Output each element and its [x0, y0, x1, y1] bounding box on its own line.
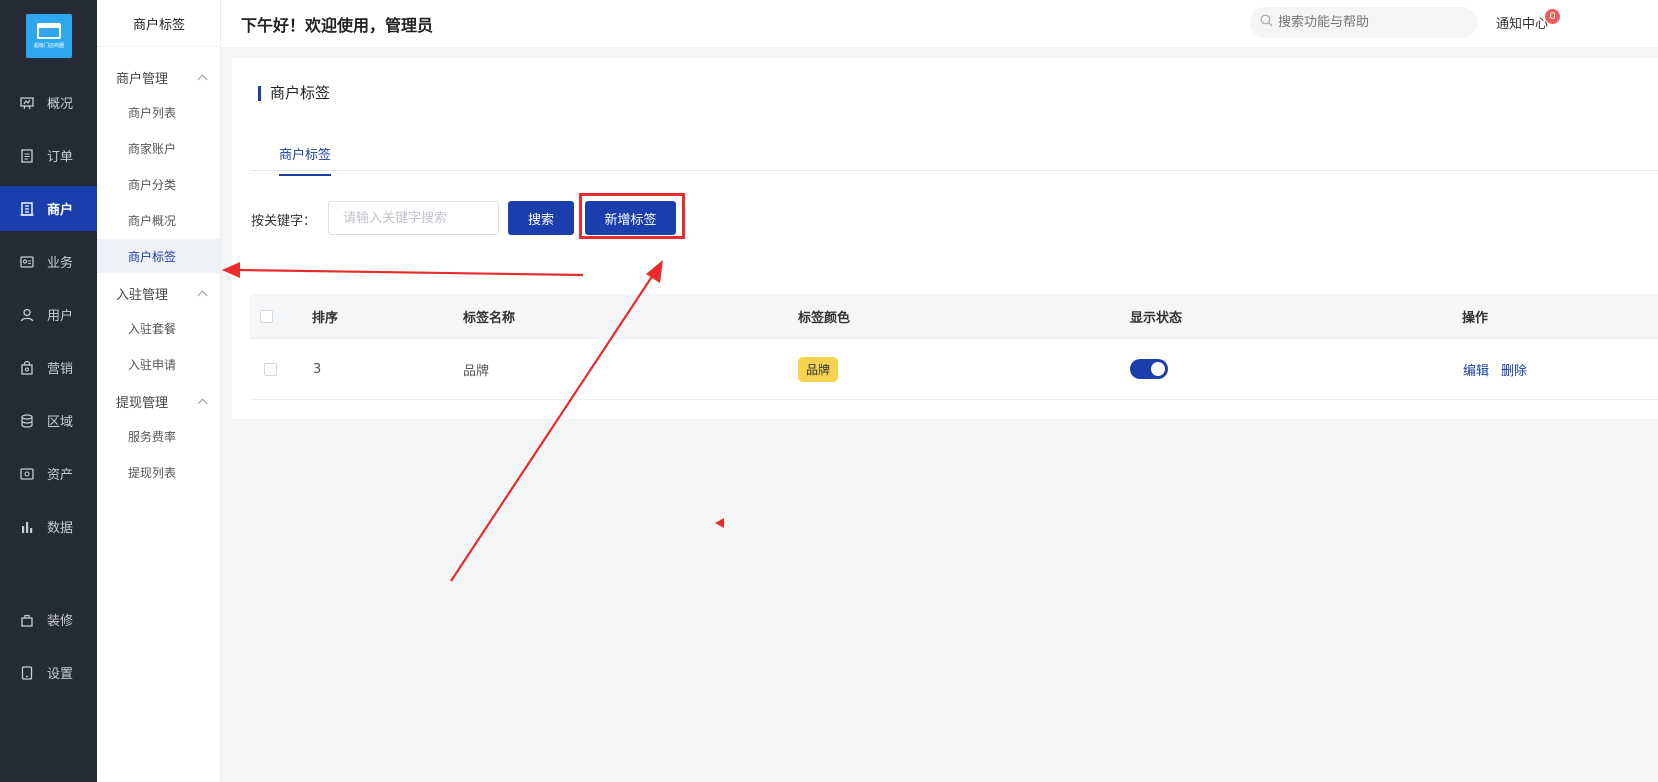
row-select-cell: [264, 339, 277, 399]
annotation-small-marker: [715, 518, 724, 528]
nav-label: 数据: [47, 521, 74, 536]
nav-item-users[interactable]: 用户: [0, 292, 97, 337]
group-label: 入驻管理: [116, 288, 169, 303]
document-list-icon: [20, 148, 34, 163]
nav-label: 业务: [47, 256, 74, 271]
database-icon: [20, 413, 34, 428]
nav-label: 设置: [47, 667, 74, 682]
chevron-up-icon: [197, 290, 208, 300]
sub-nav-title: 商户标签: [97, 0, 221, 47]
nav-item-business[interactable]: 业务: [0, 239, 97, 284]
logo-caption: 超级门店商圈: [33, 43, 64, 49]
notification-center[interactable]: 通知中心: [1496, 13, 1548, 32]
sidebar-item-merchant-list[interactable]: 商户列表: [97, 95, 221, 129]
nav-item-overview[interactable]: 概况: [0, 80, 97, 125]
keyword-label: 按关键字：: [251, 214, 317, 229]
chevron-up-icon: [197, 74, 208, 84]
nav-item-region[interactable]: 区域: [0, 398, 97, 443]
group-withdraw-management[interactable]: 提现管理: [116, 392, 208, 411]
sidebar-item-service-rate[interactable]: 服务费率: [97, 419, 221, 453]
sidebar-item-merchant-tags[interactable]: 商户标签: [97, 239, 221, 273]
group-settlement-management[interactable]: 入驻管理: [116, 284, 208, 303]
row-checkbox[interactable]: [264, 362, 277, 376]
nav-item-orders[interactable]: 订单: [0, 133, 97, 178]
group-label: 商户管理: [116, 72, 169, 87]
search-button[interactable]: 搜索: [508, 201, 574, 235]
sidebar-item-merchant-category[interactable]: 商户分类: [97, 167, 221, 201]
add-tag-button[interactable]: 新增标签: [585, 201, 676, 235]
nav-label: 订单: [47, 150, 74, 165]
paint-bag-icon: [20, 613, 34, 627]
header-order: 排序: [312, 310, 339, 326]
nav-label: 区域: [47, 415, 74, 430]
nav-item-decoration[interactable]: 装修: [0, 597, 97, 642]
sidebar-item-settlement-apply[interactable]: 入驻申请: [97, 347, 221, 381]
edit-link[interactable]: 编辑: [1463, 360, 1489, 379]
sidebar-item-withdraw-list[interactable]: 提现列表: [97, 455, 221, 489]
nav-label: 用户: [47, 309, 74, 324]
main-nav: 超级门店商圈 概况 订单 商户 业务 用户 营销 区域 资产 数据 装修 设置: [0, 0, 97, 782]
content-card: 商户标签 商户标签 按关键字： 搜索 新增标签 排序 标签名称 标签颜色 显示状…: [232, 58, 1658, 419]
tab-merchant-tags[interactable]: 商户标签: [279, 144, 332, 176]
nav-item-merchant[interactable]: 商户: [0, 186, 97, 231]
select-all-cell: [260, 294, 273, 338]
sidebar-item-settlement-package[interactable]: 入驻套餐: [97, 311, 221, 345]
header-operations: 操作: [1462, 310, 1489, 326]
nav-item-marketing[interactable]: 营销: [0, 345, 97, 390]
bar-chart-icon: [20, 520, 34, 534]
store-icon: [37, 23, 61, 39]
select-all-checkbox[interactable]: [260, 309, 273, 323]
business-card-icon: [20, 255, 34, 269]
row-status-cell: [1130, 339, 1168, 399]
header-tag-name: 标签名称: [463, 310, 516, 326]
tablet-icon: [20, 665, 34, 680]
global-search-input[interactable]: [1278, 15, 1468, 30]
nav-label: 装修: [47, 614, 74, 629]
building-icon: [20, 201, 34, 216]
row-tag-name: 品牌: [463, 363, 490, 379]
display-status-toggle[interactable]: [1130, 359, 1168, 379]
tag-color-badge: 品牌: [798, 356, 839, 382]
sidebar-item-merchant-overview[interactable]: 商户概况: [97, 203, 221, 237]
nav-item-settings[interactable]: 设置: [0, 650, 97, 695]
keyword-input[interactable]: [328, 201, 499, 235]
global-search[interactable]: [1250, 7, 1477, 38]
chart-board-icon: [20, 96, 34, 110]
table-header: 排序 标签名称 标签颜色 显示状态 操作: [250, 294, 1658, 339]
nav-label: 商户: [47, 203, 74, 218]
group-merchant-management[interactable]: 商户管理: [116, 68, 208, 87]
app-logo[interactable]: 超级门店商圈: [26, 14, 72, 58]
header-display-status: 显示状态: [1130, 310, 1183, 326]
chevron-up-icon: [197, 398, 208, 408]
page-title: 商户标签: [258, 86, 330, 101]
nav-label: 营销: [47, 362, 74, 377]
bag-icon: [20, 360, 34, 375]
nav-label: 概况: [47, 97, 74, 112]
tab-bar: 商户标签: [250, 130, 1658, 176]
row-operations: 编辑 删除: [1463, 339, 1539, 399]
user-icon: [20, 308, 34, 322]
group-label: 提现管理: [116, 396, 169, 411]
nav-item-assets[interactable]: 资产: [0, 451, 97, 496]
row-tag-color-cell: 品牌: [798, 339, 839, 399]
wallet-icon: [20, 467, 34, 481]
notification-badge: 0: [1545, 9, 1560, 24]
search-icon: [1260, 14, 1273, 31]
greeting: 下午好！欢迎使用，管理员: [241, 16, 434, 35]
header-tag-color: 标签颜色: [798, 310, 851, 326]
top-bar: 下午好！欢迎使用，管理员 通知中心 0: [221, 0, 1658, 47]
toggle-knob: [1151, 362, 1165, 376]
sidebar-item-merchant-account[interactable]: 商家账户: [97, 131, 221, 165]
sub-nav: 商户标签 商户管理 商户列表 商家账户 商户分类 商户概况 商户标签 入驻管理 …: [97, 0, 221, 782]
row-order: 3: [313, 361, 322, 377]
delete-link[interactable]: 删除: [1501, 360, 1527, 379]
nav-label: 资产: [47, 468, 74, 483]
nav-item-data[interactable]: 数据: [0, 504, 97, 549]
table-row: 3 品牌 品牌 编辑 删除: [250, 339, 1658, 400]
